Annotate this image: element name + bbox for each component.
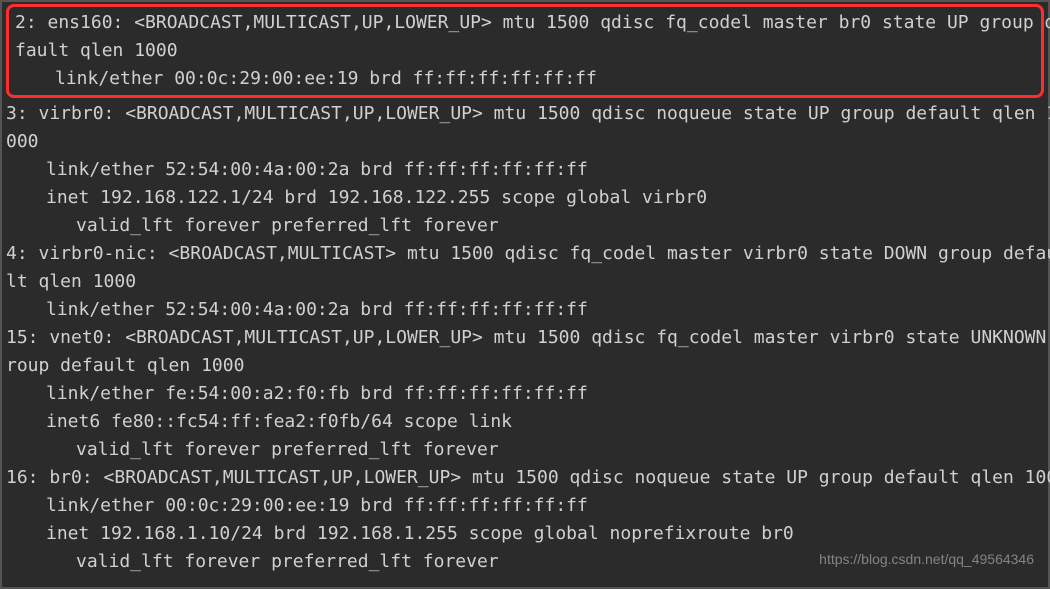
interface-header: 16: br0: <BROADCAST,MULTICAST,UP,LOWER_U… xyxy=(6,464,1044,492)
link-ether-line: link/ether 00:0c:29:00:ee:19 brd ff:ff:f… xyxy=(6,492,1044,520)
terminal-output: 2: ens160: <BROADCAST,MULTICAST,UP,LOWER… xyxy=(6,4,1044,576)
interface-header-wrap: lt qlen 1000 xyxy=(6,268,1044,296)
highlighted-interface: 2: ens160: <BROADCAST,MULTICAST,UP,LOWER… xyxy=(6,4,1044,98)
valid-lft-line: valid_lft forever preferred_lft forever xyxy=(6,436,1044,464)
interface-header: 2: ens160: <BROADCAST,MULTICAST,UP,LOWER… xyxy=(15,9,1035,37)
interface-header: 15: vnet0: <BROADCAST,MULTICAST,UP,LOWER… xyxy=(6,324,1044,352)
link-ether-line: link/ether 52:54:00:4a:00:2a brd ff:ff:f… xyxy=(6,296,1044,324)
interface-header: 3: virbr0: <BROADCAST,MULTICAST,UP,LOWER… xyxy=(6,100,1044,128)
link-ether-line: link/ether fe:54:00:a2:f0:fb brd ff:ff:f… xyxy=(6,380,1044,408)
inet-line: inet 192.168.1.10/24 brd 192.168.1.255 s… xyxy=(6,520,1044,548)
link-ether-line: link/ether 52:54:00:4a:00:2a brd ff:ff:f… xyxy=(6,156,1044,184)
inet6-line: inet6 fe80::fc54:ff:fea2:f0fb/64 scope l… xyxy=(6,408,1044,436)
inet-line: inet 192.168.122.1/24 brd 192.168.122.25… xyxy=(6,184,1044,212)
watermark-text: https://blog.csdn.net/qq_49564346 xyxy=(819,545,1034,573)
valid-lft-line: valid_lft forever preferred_lft forever xyxy=(6,212,1044,240)
link-ether-line: link/ether 00:0c:29:00:ee:19 brd ff:ff:f… xyxy=(15,65,1035,93)
interface-header-wrap: fault qlen 1000 xyxy=(15,37,1035,65)
interface-header: 4: virbr0-nic: <BROADCAST,MULTICAST> mtu… xyxy=(6,240,1044,268)
interface-header-wrap: roup default qlen 1000 xyxy=(6,352,1044,380)
interface-header-wrap: 000 xyxy=(6,128,1044,156)
